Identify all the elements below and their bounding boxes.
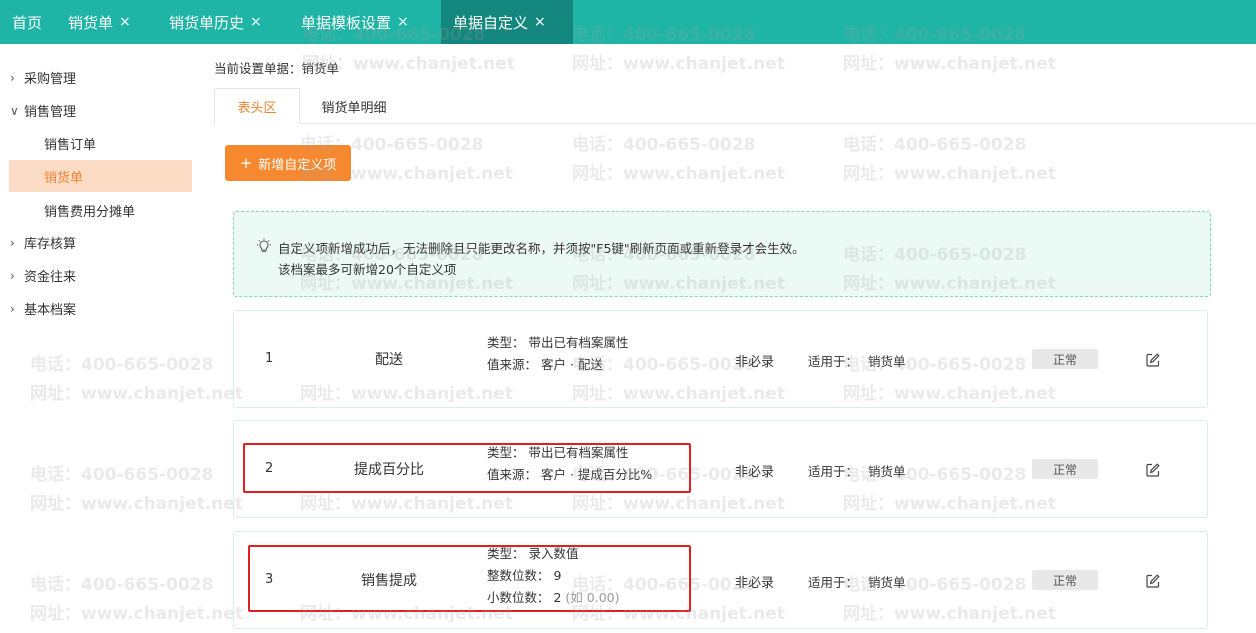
close-icon[interactable]: × [534, 14, 546, 30]
sidebar-item-sales-order[interactable]: 销售订单 [44, 134, 96, 153]
row-info: 类型： 带出已有档案属性 值来源： 客户 · 配送 [487, 332, 628, 376]
tab-header-area[interactable]: 表头区 [214, 88, 300, 124]
row-required: 非必录 [735, 576, 775, 591]
tab-template-settings[interactable]: 单据模板设置 × [289, 0, 441, 44]
tab-label: 销货单 [68, 13, 114, 32]
lightbulb-icon [257, 238, 271, 252]
chevron-right-icon: › [10, 301, 15, 316]
row-apply: 适用于： 销货单 [808, 464, 906, 479]
tab-delivery-history[interactable]: 销货单历史 × [157, 0, 289, 44]
add-custom-item-button[interactable]: + 新增自定义项 [225, 145, 351, 181]
sidebar-item-label: 库存核算 [24, 237, 77, 252]
tab-home[interactable]: 首页 [0, 0, 56, 44]
sidebar-item-sales-delivery[interactable]: 销货单 [9, 160, 192, 192]
sidebar-item-label: 销售管理 [24, 105, 77, 120]
chevron-right-icon: › [10, 268, 15, 283]
tab-delivery-detail[interactable]: 销货单明细 [306, 88, 402, 124]
tab-label: 单据模板设置 [301, 13, 392, 32]
row-apply: 适用于： 销货单 [808, 575, 906, 590]
sidebar-item-basic-files[interactable]: › 基本档案 [10, 299, 77, 319]
notice-line-1: 自定义项新增成功后，无法删除且只能更改名称，并须按"F5键"刷新页面或重新登录才… [278, 241, 805, 256]
row-type: 类型： 带出已有档案属性 [487, 335, 629, 350]
row-source: 值来源： 客户 · 配送 [487, 357, 603, 372]
status-badge: 正常 [1032, 570, 1098, 590]
edit-icon[interactable] [1146, 353, 1160, 367]
highlight-box [248, 545, 691, 612]
sidebar-item-sales-expense[interactable]: 销售费用分摊单 [44, 201, 135, 220]
sidebar-item-purchase[interactable]: › 采购管理 [10, 68, 77, 88]
tab-label: 单据自定义 [453, 13, 529, 32]
info-notice: 自定义项新增成功后，无法删除且只能更改名称，并须按"F5键"刷新页面或重新登录才… [233, 211, 1211, 297]
chevron-down-icon: ∨ [10, 103, 19, 118]
notice-line-2: 该档案最多可新增20个自定义项 [278, 262, 457, 277]
custom-item-row: 1 配送 类型： 带出已有档案属性 值来源： 客户 · 配送 非必录 适用于： … [233, 310, 1208, 408]
tab-label: 销货单历史 [169, 13, 245, 32]
chevron-right-icon: › [10, 70, 15, 85]
sidebar-item-funds[interactable]: › 资金往来 [10, 266, 77, 286]
row-required: 非必录 [735, 355, 775, 370]
row-apply: 适用于： 销货单 [808, 354, 906, 369]
close-icon[interactable]: × [397, 14, 409, 30]
tab-doc-custom[interactable]: 单据自定义 × [441, 0, 573, 44]
sidebar-item-inventory[interactable]: › 库存核算 [10, 233, 77, 253]
tab-sales-delivery[interactable]: 销货单 × [56, 0, 157, 44]
chevron-right-icon: › [10, 235, 15, 250]
sidebar-item-label: 基本档案 [24, 303, 77, 318]
current-doc-label: 当前设置单据：销货单 [214, 61, 340, 76]
sub-tab-bar: 表头区 销货单明细 [214, 88, 1256, 124]
row-required: 非必录 [735, 465, 775, 480]
sidebar-item-label: 采购管理 [24, 72, 77, 87]
row-name: 配送 [375, 352, 403, 368]
sidebar: › 采购管理 ∨ 销售管理 销售订单 销货单 销售费用分摊单 › 库存核算 › … [0, 44, 200, 633]
status-badge: 正常 [1032, 349, 1098, 369]
row-index: 1 [265, 351, 274, 366]
edit-icon[interactable] [1146, 463, 1160, 477]
edit-icon[interactable] [1146, 574, 1160, 588]
sidebar-item-label: 资金往来 [24, 270, 77, 285]
tab-label: 首页 [12, 13, 43, 32]
highlight-box [243, 443, 691, 493]
sidebar-item-sales[interactable]: ∨ 销售管理 [10, 101, 77, 121]
close-icon[interactable]: × [250, 14, 262, 30]
status-badge: 正常 [1032, 459, 1098, 479]
top-tab-bar: 首页 销货单 × 销货单历史 × 单据模板设置 × 单据自定义 × [0, 0, 1256, 44]
plus-icon: + [239, 154, 253, 172]
close-icon[interactable]: × [119, 14, 131, 30]
